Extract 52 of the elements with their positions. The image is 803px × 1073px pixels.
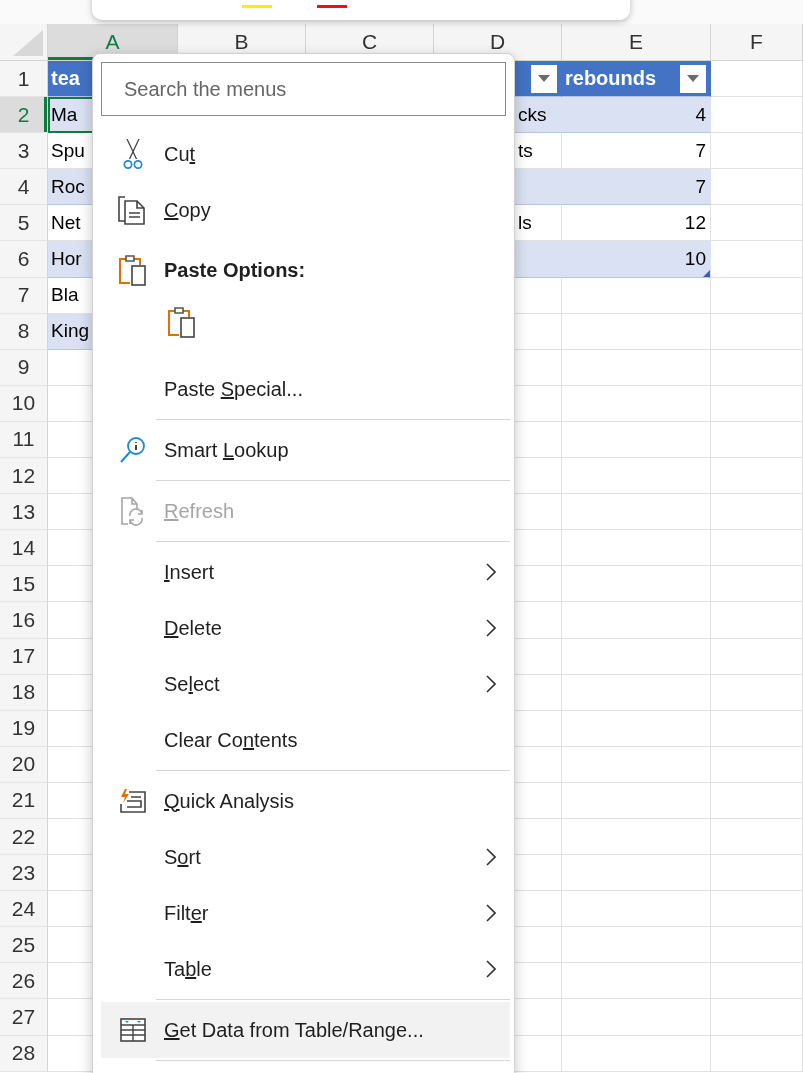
row-header[interactable]: 15 <box>0 566 48 603</box>
section-heading: Paste Options: <box>164 258 306 282</box>
row-header[interactable]: 6 <box>0 241 48 278</box>
row-header[interactable]: 2 <box>0 97 48 134</box>
row-header[interactable]: 10 <box>0 385 48 422</box>
row-header[interactable]: 24 <box>0 891 48 928</box>
row-header[interactable]: 8 <box>0 313 48 350</box>
row-header[interactable]: 26 <box>0 963 48 1000</box>
row-header[interactable]: 5 <box>0 205 48 242</box>
row-header[interactable]: 17 <box>0 638 48 675</box>
row-header[interactable]: 9 <box>0 349 48 386</box>
menu-item[interactable]: Get Data from Table/Range... <box>101 1002 510 1058</box>
row-header[interactable]: 25 <box>0 927 48 964</box>
table-cell[interactable]: 7 <box>562 133 711 170</box>
row-header[interactable]: 11 <box>0 421 48 459</box>
search-field[interactable]: Search the menus <box>101 62 506 116</box>
column-title: rebounds <box>565 67 657 91</box>
row-header[interactable]: 23 <box>0 855 48 892</box>
menu-item[interactable]: Select <box>101 656 510 712</box>
table-cell[interactable]: 4 <box>562 97 711 134</box>
menu-item[interactable]: Quick Analysis <box>101 773 510 829</box>
row-header[interactable]: 14 <box>0 530 48 567</box>
menu-item[interactable]: Filter <box>101 885 510 941</box>
row-header[interactable]: 3 <box>0 133 48 170</box>
row-header[interactable]: 19 <box>0 710 48 747</box>
menu-item[interactable]: Cut <box>101 126 510 182</box>
row-header[interactable]: 16 <box>0 602 48 639</box>
row-header[interactable]: 21 <box>0 782 48 819</box>
row-header[interactable]: 12 <box>0 458 48 495</box>
menu-item[interactable]: Insert <box>101 544 510 600</box>
row-header[interactable]: 20 <box>0 746 48 783</box>
row-header[interactable]: 28 <box>0 1035 48 1072</box>
column-header[interactable]: E <box>562 24 711 60</box>
table-cell[interactable]: 7 <box>562 169 711 206</box>
row-header[interactable]: 7 <box>0 277 48 314</box>
column-header[interactable]: F <box>711 24 803 60</box>
menu-item[interactable]: Smart Lookup <box>101 422 510 478</box>
menu-item[interactable]: Delete <box>101 600 510 656</box>
menu-item[interactable]: Table <box>101 941 510 997</box>
menu-item[interactable]: Clear Contents <box>101 712 510 768</box>
row-header[interactable]: 13 <box>0 494 48 531</box>
row-header[interactable]: 27 <box>0 999 48 1036</box>
row-header[interactable]: 22 <box>0 818 48 856</box>
menu-item[interactable]: Sort <box>101 829 510 885</box>
table-cell[interactable]: 10 <box>562 241 711 278</box>
row-header[interactable]: 1 <box>0 61 48 98</box>
row-header[interactable]: 18 <box>0 674 48 711</box>
table-cell[interactable]: 12 <box>562 205 711 242</box>
menu-item[interactable]: Copy <box>101 182 510 238</box>
row-header[interactable]: 4 <box>0 169 48 206</box>
table-header-cell[interactable]: rebounds <box>562 61 711 98</box>
menu-item[interactable]: Paste Special... <box>101 361 510 417</box>
